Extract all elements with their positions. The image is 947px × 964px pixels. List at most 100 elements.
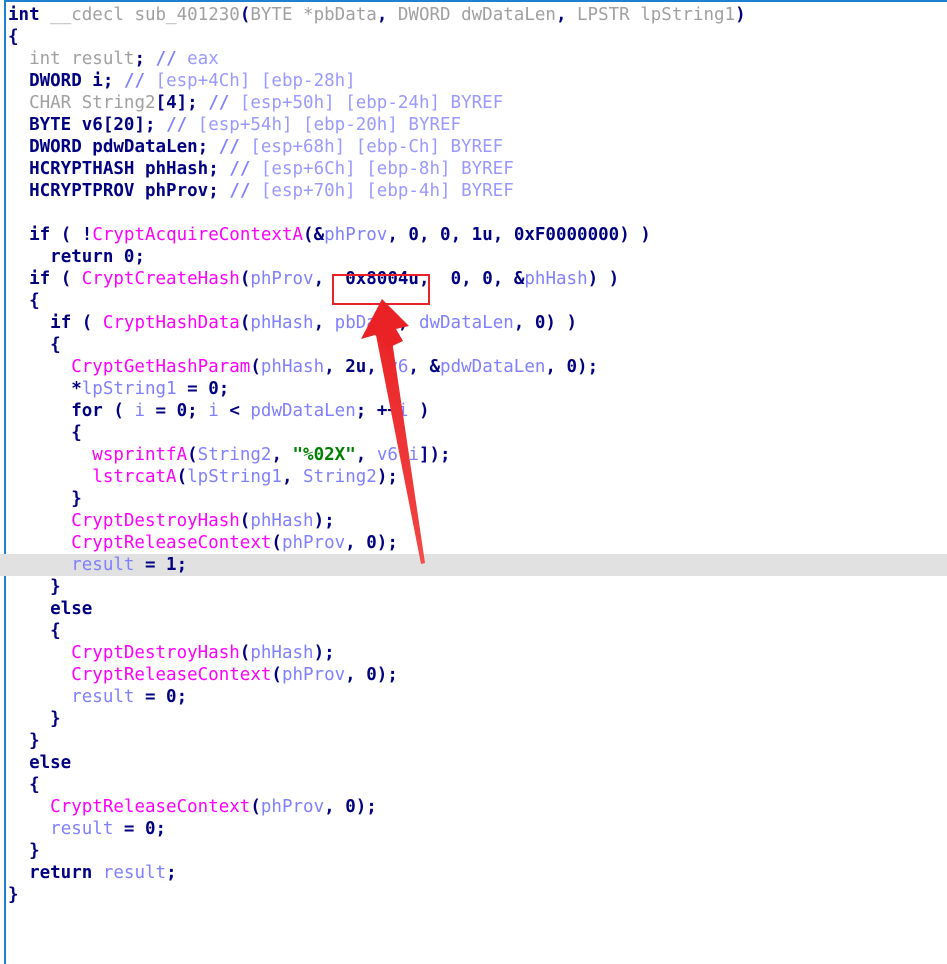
code-line[interactable]: { <box>0 290 947 312</box>
token-num: 0 <box>176 401 188 421</box>
code-line[interactable]: HCRYPTHASH phHash; // [esp+6Ch] [ebp-8h]… <box>0 158 947 180</box>
code-line[interactable]: { <box>0 26 947 48</box>
code-line[interactable]: CryptReleaseContext(phProv, 0); <box>0 532 947 554</box>
token-num: 0 <box>408 225 419 245</box>
code-line[interactable]: } <box>0 730 947 752</box>
code-line[interactable]: CryptReleaseContext(phProv, 0); <box>0 664 947 686</box>
token-pun: } <box>50 709 61 729</box>
code-line[interactable]: lstrcatA(lpString1, String2); <box>0 466 947 488</box>
code-line[interactable]: return 0; <box>0 246 947 268</box>
token-fn: CryptReleaseContext <box>71 533 272 553</box>
code-line[interactable]: { <box>0 620 947 642</box>
code-line[interactable]: wsprintfA(String2, "%02X", v6[i]); <box>0 444 947 466</box>
token-fn: wsprintfA <box>92 445 188 465</box>
token-cmtslash: // <box>208 93 240 113</box>
token-var: phProv <box>281 665 346 685</box>
token-var: pdwDataLen <box>440 357 546 377</box>
token-gray: LPSTR <box>577 5 641 25</box>
code-line[interactable]: if ( CryptCreateHash(phProv, 0x8004u, 0,… <box>0 268 947 290</box>
token-pun: , <box>281 467 304 487</box>
token-var: i <box>408 445 419 465</box>
code-line[interactable]: } <box>0 576 947 598</box>
code-line[interactable]: { <box>0 774 947 796</box>
pseudocode-code-area[interactable]: int __cdecl sub_401230(BYTE *pbData, DWO… <box>0 0 947 906</box>
token-num: 0 <box>534 313 546 333</box>
code-line[interactable]: *lpString1 = 0; <box>0 378 947 400</box>
code-line[interactable]: DWORD pdwDataLen; // [esp+68h] [ebp-Ch] … <box>0 136 947 158</box>
code-line[interactable]: if ( CryptHashData(phHash, pbData, dwDat… <box>0 312 947 334</box>
code-line[interactable]: else <box>0 752 947 774</box>
token-pun: & <box>429 357 441 377</box>
token-num: 0 <box>366 665 377 685</box>
token-str: "%02X" <box>292 445 356 465</box>
token-kw: return <box>50 247 124 267</box>
token-pun: ( <box>303 225 314 245</box>
token-pun: , <box>324 797 346 817</box>
token-pun: = <box>176 379 209 399</box>
token-cmt: [esp+68h] [ebp-Ch] BYREF <box>250 137 504 157</box>
token-pun: ( <box>239 269 251 289</box>
token-pun: ( <box>250 357 261 377</box>
token-kw: if <box>50 313 82 333</box>
code-line-highlighted[interactable]: result = 1; <box>0 554 947 576</box>
code-line[interactable]: int __cdecl sub_401230(BYTE *pbData, DWO… <box>0 4 947 26</box>
token-kw: if <box>29 225 61 245</box>
code-line[interactable]: { <box>0 334 947 356</box>
code-line[interactable]: CryptGetHashParam(phHash, 2u, v6, &pdwDa… <box>0 356 947 378</box>
token-pun: { <box>71 423 82 443</box>
code-line[interactable]: CHAR String2[4]; // [esp+50h] [ebp-24h] … <box>0 92 947 114</box>
code-line[interactable]: } <box>0 840 947 862</box>
code-line[interactable]: CryptReleaseContext(phProv, 0); <box>0 796 947 818</box>
code-line[interactable]: } <box>0 708 947 730</box>
code-line[interactable]: } <box>0 488 947 510</box>
code-line[interactable]: HCRYPTPROV phProv; // [esp+70h] [ebp-4h]… <box>0 180 947 202</box>
token-pun: , <box>366 357 388 377</box>
token-num: 0 <box>366 533 377 553</box>
token-pun: , <box>313 269 335 289</box>
code-line[interactable]: else <box>0 598 947 620</box>
token-gray: DWORD <box>397 5 462 25</box>
token-num: 1u <box>471 225 493 245</box>
token-pun: ( <box>239 643 251 663</box>
token-pun: ; <box>187 93 209 113</box>
token-kw: phHash <box>144 159 209 179</box>
code-line[interactable]: CryptDestroyHash(phHash); <box>0 510 947 532</box>
token-var: phProv <box>324 225 388 245</box>
code-line[interactable]: } <box>0 884 947 906</box>
code-line[interactable]: if ( !CryptAcquireContextA(&phProv, 0, 0… <box>0 224 947 246</box>
code-line[interactable]: result = 0; <box>0 686 947 708</box>
token-pun: ) ) <box>545 313 578 333</box>
token-pun: ; <box>187 401 209 421</box>
code-line[interactable]: return result; <box>0 862 947 884</box>
token-pun: ; <box>355 401 377 421</box>
code-line[interactable]: DWORD i; // [esp+4Ch] [ebp-28h] <box>0 70 947 92</box>
token-pun: ; <box>134 247 146 267</box>
code-line[interactable]: { <box>0 422 947 444</box>
token-pun: ) <box>735 5 746 25</box>
token-gray: CHAR <box>29 93 82 113</box>
token-var: phHash <box>250 511 314 531</box>
token-var: phProv <box>260 797 325 817</box>
token-var: lpString1 <box>81 379 177 399</box>
token-pun: ); <box>313 643 335 663</box>
code-line[interactable]: int result; // eax <box>0 48 947 70</box>
code-line[interactable]: for ( i = 0; i < pdwDataLen; ++i ) <box>0 400 947 422</box>
code-line[interactable]: CryptDestroyHash(phHash); <box>0 642 947 664</box>
code-line[interactable] <box>0 202 947 224</box>
code-line[interactable]: result = 0; <box>0 818 947 840</box>
token-fn: lstrcatA <box>92 467 177 487</box>
token-cmtslash: // <box>218 137 251 157</box>
token-kw: i <box>92 71 103 91</box>
token-kw: pdwDataLen <box>92 137 198 157</box>
token-pun: { <box>50 621 61 641</box>
code-line[interactable]: BYTE v6[20]; // [esp+54h] [ebp-20h] BYRE… <box>0 114 947 136</box>
